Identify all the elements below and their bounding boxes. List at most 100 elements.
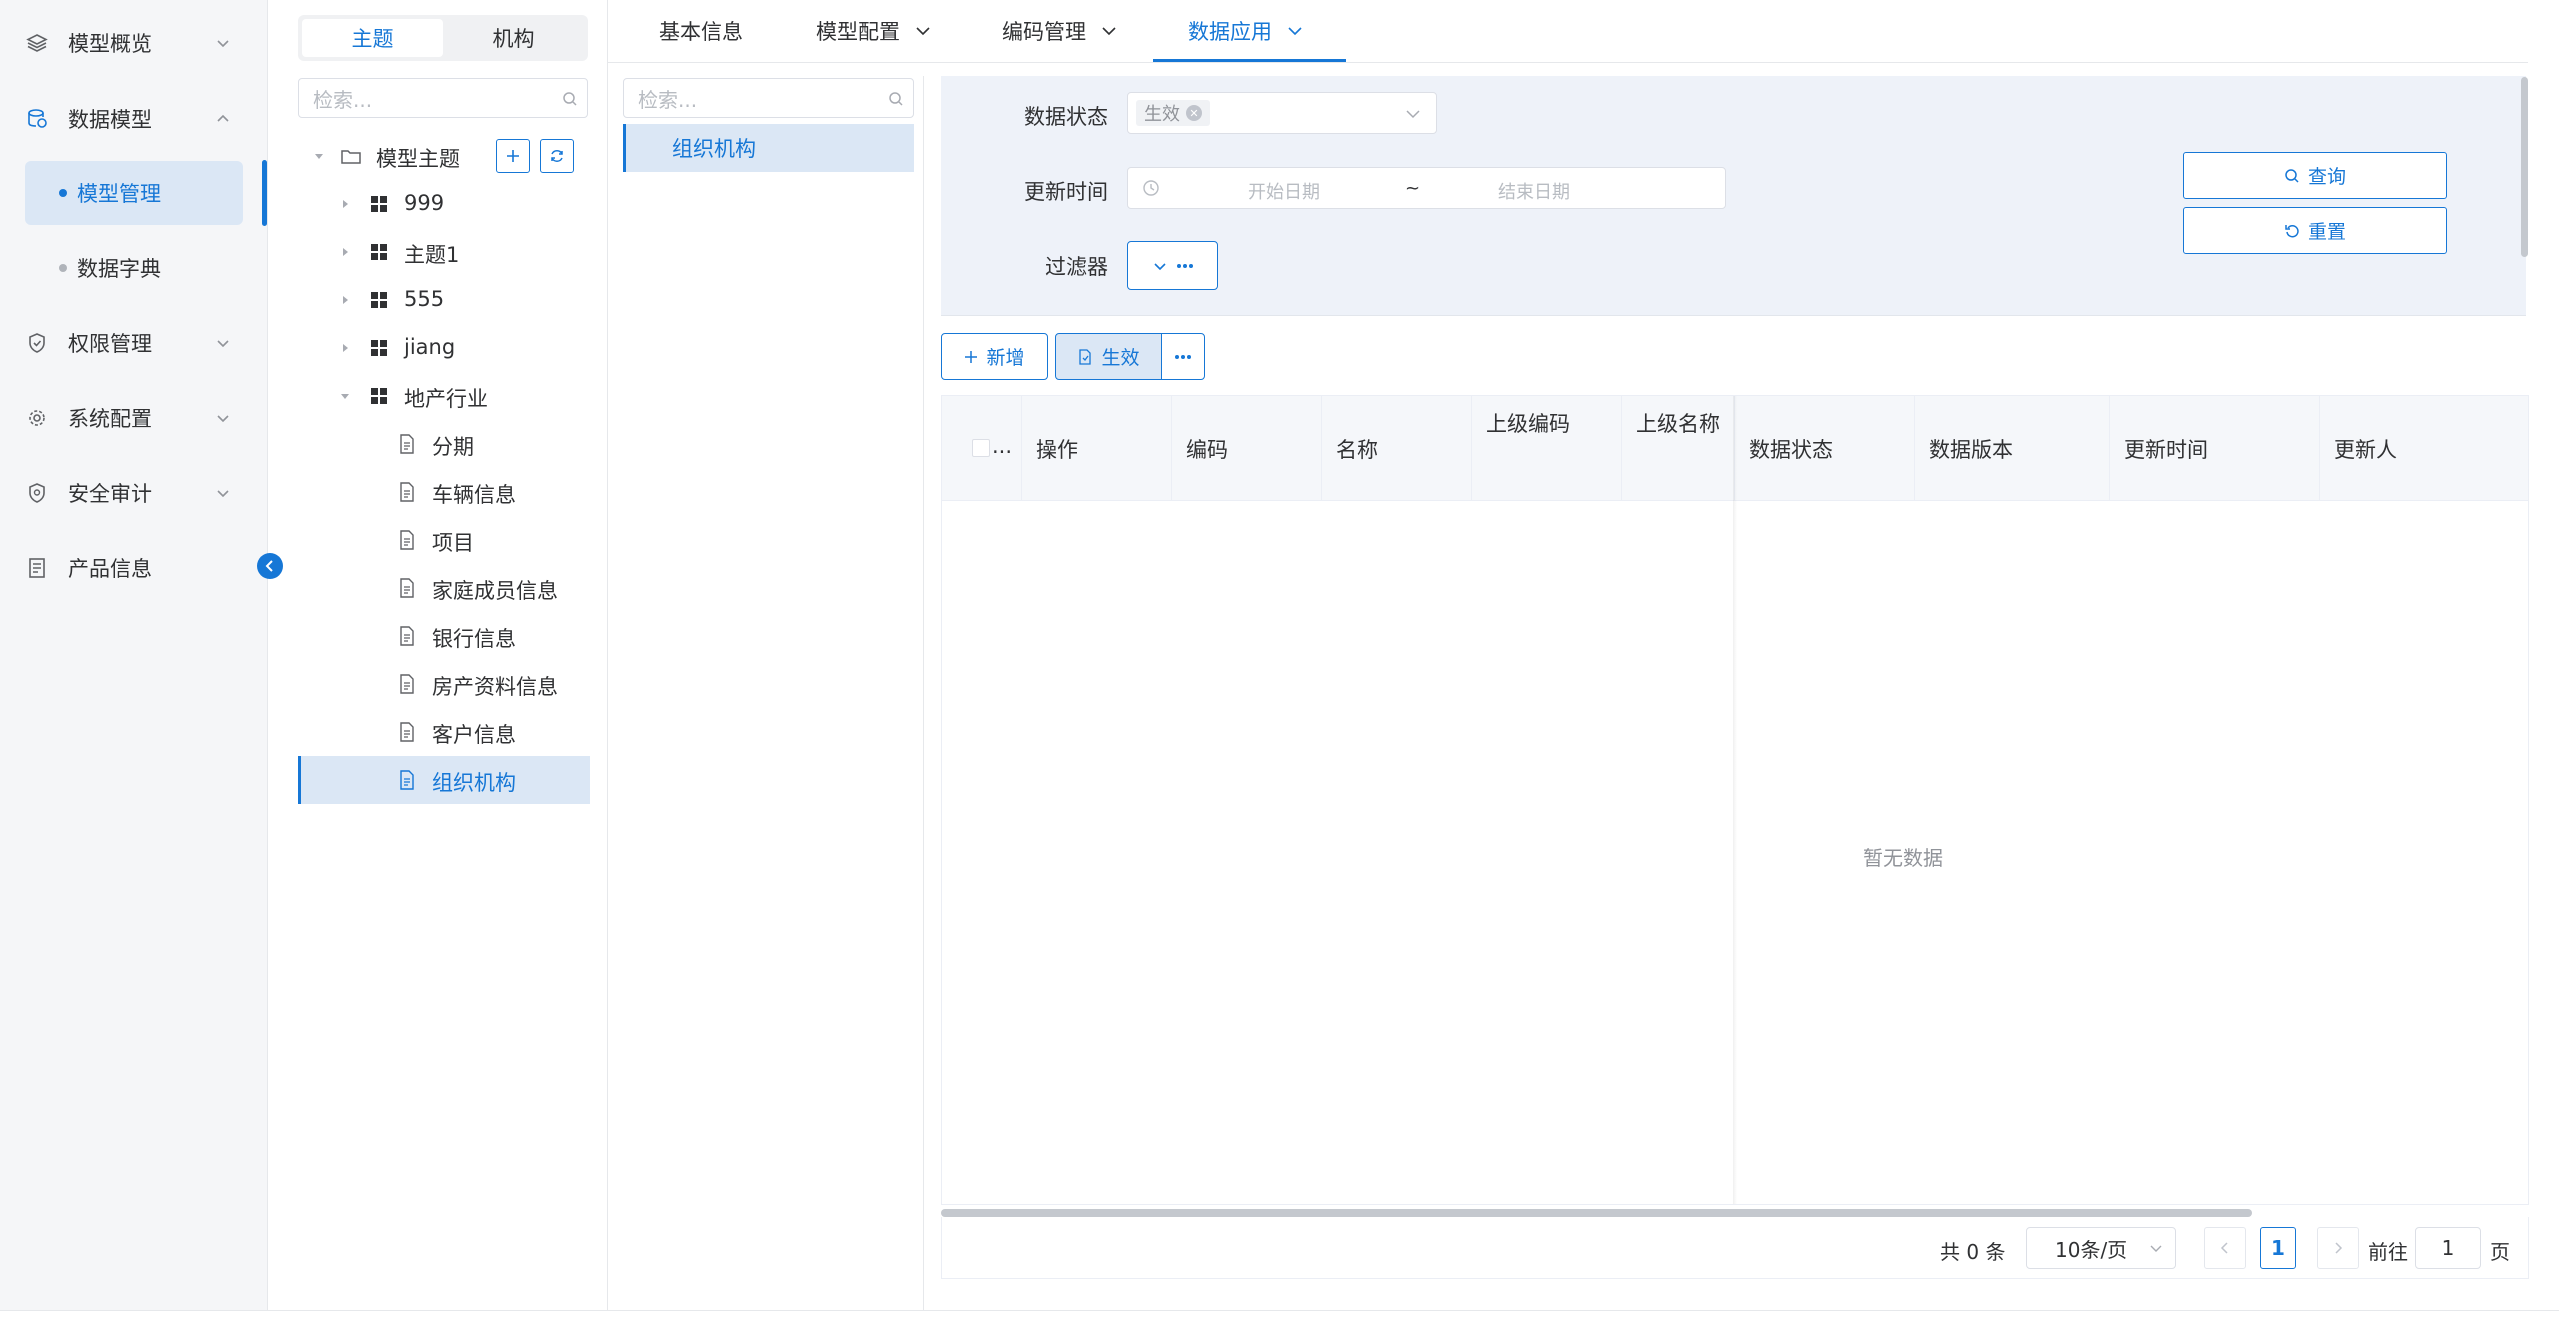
document-check-icon: [1079, 348, 1092, 365]
tree-node-label: jiang: [404, 335, 456, 359]
table-header-cell[interactable]: 名称: [1322, 396, 1472, 501]
tab-topic[interactable]: 主题: [302, 19, 443, 57]
status-select[interactable]: 生效 ✕: [1127, 92, 1437, 134]
chevron-down-icon: [2150, 1245, 2162, 1252]
table-header-cell[interactable]: 编码: [1172, 396, 1322, 501]
chevron-right-icon: [2335, 1242, 2343, 1254]
tab-organization[interactable]: 机构: [443, 19, 584, 57]
tab-basic-info[interactable]: 基本信息: [659, 0, 743, 62]
tab-model-config[interactable]: 模型配置: [816, 0, 932, 62]
table-header-cell[interactable]: 更新时间: [2110, 396, 2320, 501]
tree-node-model[interactable]: 房产资料信息: [298, 660, 590, 708]
add-button-label: 新增: [986, 347, 1025, 369]
empty-state-text: 暂无数据: [1863, 846, 1943, 870]
table-header-cell[interactable]: 上级编码: [1472, 396, 1622, 501]
tree-node-label: 地产行业: [404, 387, 488, 411]
search-placeholder: 检索...: [638, 87, 698, 112]
nav-item-security-audit[interactable]: 安全审计: [24, 463, 244, 523]
grid-icon: [371, 196, 387, 212]
document-icon: [400, 434, 414, 454]
folder-icon: [341, 150, 361, 164]
goto-prefix: 前往: [2368, 1240, 2408, 1264]
reset-button[interactable]: 重置: [2183, 207, 2447, 254]
vertical-scrollbar[interactable]: [2521, 77, 2528, 257]
chevron-down-icon: [217, 415, 229, 423]
tab-label: 数据应用: [1188, 20, 1272, 44]
nav-item-label: 数据模型: [68, 108, 152, 132]
model-list-item[interactable]: 组织机构: [623, 124, 914, 172]
tree-node-model[interactable]: 客户信息: [298, 708, 590, 756]
tab-label: 编码管理: [1002, 20, 1086, 44]
document-icon: [400, 674, 414, 694]
tab-data-application[interactable]: 数据应用: [1188, 0, 1304, 62]
tree-node-topic[interactable]: 555: [298, 276, 590, 324]
tree-node-topic[interactable]: 999: [298, 180, 590, 228]
tree-node-topic[interactable]: jiang: [298, 324, 590, 372]
tree-node-model[interactable]: 分期: [298, 420, 590, 468]
nav-item-permission[interactable]: 权限管理: [24, 313, 244, 373]
nav-sub-data-dictionary[interactable]: 数据字典: [25, 236, 243, 300]
tree-node-label: 模型主题: [376, 147, 460, 171]
nav-item-product-info[interactable]: 产品信息: [24, 538, 244, 598]
table-header-select: ...: [942, 396, 1022, 501]
goto-page-input[interactable]: 1: [2415, 1227, 2481, 1269]
nav-sub-model-management[interactable]: 模型管理: [25, 161, 243, 225]
nav-item-model-overview[interactable]: 模型概览: [24, 13, 244, 73]
horizontal-scrollbar[interactable]: [941, 1209, 2252, 1217]
sidebar-collapse-button[interactable]: [257, 553, 283, 579]
activate-button[interactable]: 生效: [1055, 333, 1162, 380]
table-header-cell[interactable]: 数据版本: [1915, 396, 2110, 501]
prev-page-button[interactable]: [2204, 1227, 2246, 1269]
table-header-cell[interactable]: 更新人: [2320, 396, 2528, 501]
document-icon: [400, 530, 414, 550]
document-icon: [400, 626, 414, 646]
table-header-cell[interactable]: 操作: [1022, 396, 1172, 501]
nav-item-data-model[interactable]: 数据模型: [24, 89, 244, 149]
tree-node-label: 555: [404, 287, 445, 311]
tree-node-model-selected[interactable]: 组织机构: [298, 756, 590, 804]
chevron-down-icon: [1288, 27, 1302, 36]
tree-node-label: 家庭成员信息: [432, 579, 558, 603]
data-table: ... 操作 编码 名称 上级编码 上级名称 数据状态 数据版本 更新时间 更新…: [941, 395, 2529, 1205]
tree-node-model[interactable]: 车辆信息: [298, 468, 590, 516]
end-date-placeholder[interactable]: 结束日期: [1498, 178, 1570, 204]
date-range-picker[interactable]: 开始日期 ~ 结束日期: [1127, 167, 1726, 209]
filter-dropdown-button[interactable]: [1127, 241, 1218, 290]
table-header-cell[interactable]: 数据状态: [1735, 396, 1915, 501]
status-tag: 生效 ✕: [1136, 100, 1210, 126]
more-actions-button[interactable]: [1161, 333, 1205, 380]
tree-node-topic[interactable]: 主题1: [298, 228, 590, 276]
query-button[interactable]: 查询: [2183, 152, 2447, 199]
tree-node-model[interactable]: 项目: [298, 516, 590, 564]
tree-search-input[interactable]: 检索...: [298, 78, 588, 118]
total-count: 共 0 条: [1940, 1240, 2006, 1264]
tree-node-topic[interactable]: 地产行业: [298, 372, 590, 420]
select-all-checkbox[interactable]: [972, 439, 990, 457]
add-button[interactable]: 新增: [941, 333, 1048, 380]
tab-code-management[interactable]: 编码管理: [1002, 0, 1118, 62]
tree-node-model[interactable]: 家庭成员信息: [298, 564, 590, 612]
active-tab-underline: [1153, 59, 1346, 62]
next-page-button[interactable]: [2317, 1227, 2359, 1269]
plus-icon: [965, 350, 978, 363]
start-date-placeholder[interactable]: 开始日期: [1248, 178, 1320, 204]
tag-close-icon[interactable]: ✕: [1186, 105, 1202, 121]
model-list-search-input[interactable]: 检索...: [623, 78, 914, 118]
table-header-cell[interactable]: 上级名称: [1622, 396, 1735, 501]
more-dots-icon: [1176, 263, 1193, 268]
side-navigation: 模型概览 数据模型 模型管理 数据字典 权限管理 系统配置 安全审计 产品信息: [0, 0, 268, 1321]
nav-item-system-config[interactable]: 系统配置: [24, 388, 244, 448]
page-size-select[interactable]: 10条/页: [2026, 1227, 2176, 1269]
shield-icon: [24, 330, 50, 356]
caret-down-icon: [315, 154, 323, 159]
page-number-button[interactable]: 1: [2260, 1227, 2296, 1269]
nav-item-label: 权限管理: [68, 332, 152, 356]
tree-node-model[interactable]: 银行信息: [298, 612, 590, 660]
nav-item-label: 模型概览: [68, 32, 152, 56]
refresh-tree-button[interactable]: [540, 139, 574, 173]
clock-icon: [1143, 180, 1159, 196]
add-topic-button[interactable]: [496, 139, 530, 173]
caret-right-icon: [343, 200, 348, 208]
document-list-icon: [24, 555, 50, 581]
time-filter-label: 更新时间: [1024, 180, 1108, 204]
